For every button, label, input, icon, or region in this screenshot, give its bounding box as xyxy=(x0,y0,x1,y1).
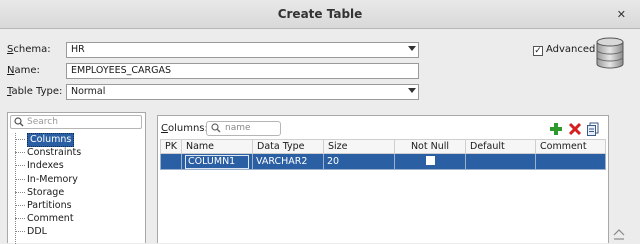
table-type-select[interactable]: Normal xyxy=(66,84,419,100)
table-row[interactable]: COLUMN1 VARCHAR2 20 xyxy=(160,153,606,170)
sidebar-search-placeholder: Search xyxy=(27,117,58,127)
column-header-not-null[interactable]: Not Null xyxy=(394,139,466,154)
schema-value: HR xyxy=(71,44,85,55)
sidebar-item-partitions[interactable]: Partitions xyxy=(8,199,145,212)
column-header-default[interactable]: Default xyxy=(465,139,536,154)
column-header-comment[interactable]: Comment xyxy=(535,139,606,154)
sidebar-item-indexes[interactable]: Indexes xyxy=(8,159,145,172)
sidebar-item-label: DDL xyxy=(27,226,47,238)
sidebar-item-label: Columns xyxy=(27,133,75,147)
sidebar-item-label: Comment xyxy=(27,213,74,225)
cell-size[interactable]: 20 xyxy=(323,153,395,170)
cell-name-value: COLUMN1 xyxy=(185,154,249,169)
column-filter-placeholder: name xyxy=(225,123,251,133)
name-label-rest: ame: xyxy=(14,65,40,76)
search-icon xyxy=(14,117,24,131)
sidebar-item-constraints[interactable]: Constraints xyxy=(8,146,145,159)
copy-icon[interactable] xyxy=(586,122,600,136)
column-filter-input[interactable]: name xyxy=(206,121,281,136)
table-name-value: EMPLOYEES_CARGAS xyxy=(71,65,172,76)
sidebar-item-label: In-Memory xyxy=(27,173,78,185)
column-header-name[interactable]: Name xyxy=(181,139,253,154)
sidebar-item-label: Constraints xyxy=(27,147,82,159)
add-icon[interactable] xyxy=(549,122,563,136)
cell-data-type-value: VARCHAR2 xyxy=(256,156,308,167)
sidebar-panel: Search Columns Constraints Indexes In-Me… xyxy=(7,112,146,244)
cell-comment[interactable] xyxy=(535,153,606,170)
title-bar: Create Table ✕ xyxy=(0,0,640,29)
schema-label-rest: chema: xyxy=(13,44,51,55)
search-icon xyxy=(211,123,221,138)
table-header-row: PK Name Data Type Size Not Null Default … xyxy=(160,139,606,154)
checkbox-checked-icon[interactable]: ✓ xyxy=(533,46,543,56)
schema-label: Schema: xyxy=(7,44,51,55)
sidebar-item-comment[interactable]: Comment xyxy=(8,212,145,225)
cell-size-value: 20 xyxy=(327,156,340,167)
sidebar-item-columns[interactable]: Columns xyxy=(8,133,145,147)
columns-table: PK Name Data Type Size Not Null Default … xyxy=(160,139,606,170)
resize-grip-icon[interactable] xyxy=(612,229,626,244)
right-gutter xyxy=(609,115,640,243)
advanced-label: Advanced xyxy=(546,44,596,55)
cell-data-type[interactable]: VARCHAR2 xyxy=(252,153,324,170)
column-header-size[interactable]: Size xyxy=(323,139,395,154)
window-title: Create Table xyxy=(277,7,363,21)
cell-not-null[interactable] xyxy=(394,153,466,170)
columns-label: Columns: xyxy=(161,123,208,134)
delete-icon[interactable] xyxy=(568,122,582,136)
sidebar-item-in-memory[interactable]: In-Memory xyxy=(8,173,145,186)
table-name-field[interactable]: EMPLOYEES_CARGAS xyxy=(66,63,419,79)
chevron-down-icon xyxy=(408,46,416,51)
cell-default[interactable] xyxy=(465,153,536,170)
table-type-label-rest: able Type: xyxy=(11,86,63,97)
schema-select[interactable]: HR xyxy=(66,42,419,58)
cell-pk[interactable] xyxy=(160,153,182,170)
sidebar-tree: Columns Constraints Indexes In-Memory St… xyxy=(8,133,145,239)
column-header-data-type[interactable]: Data Type xyxy=(252,139,324,154)
advanced-checkbox[interactable]: ✓ Advanced xyxy=(533,44,595,56)
chevron-down-icon xyxy=(408,88,416,93)
columns-panel: Columns: name PK Name Data Type Size Not… xyxy=(157,115,609,243)
table-type-label: Table Type: xyxy=(7,86,63,97)
sidebar-item-label: Indexes xyxy=(27,160,64,172)
sidebar-item-label: Storage xyxy=(27,186,65,198)
database-icon xyxy=(594,36,626,73)
not-null-checkbox[interactable] xyxy=(425,155,435,165)
columns-label-rest: olumns: xyxy=(167,123,208,134)
sidebar-search-input[interactable]: Search xyxy=(10,115,142,129)
close-icon[interactable]: ✕ xyxy=(617,0,626,29)
column-header-pk[interactable]: PK xyxy=(160,139,182,154)
cell-name[interactable]: COLUMN1 xyxy=(181,153,253,170)
sidebar-item-ddl[interactable]: DDL xyxy=(8,225,145,238)
name-label: Name: xyxy=(7,65,40,76)
table-type-value: Normal xyxy=(71,86,106,97)
sidebar-item-storage[interactable]: Storage xyxy=(8,186,145,199)
sidebar-item-label: Partitions xyxy=(27,199,72,211)
